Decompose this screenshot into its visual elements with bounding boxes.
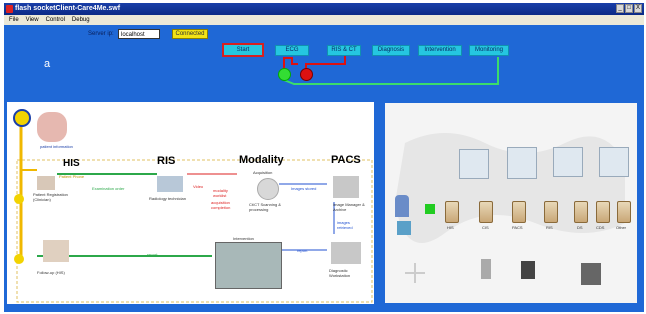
green-status-square [425, 204, 435, 214]
intervention-room-photo [215, 242, 282, 289]
server-label-his: HIS [447, 225, 454, 230]
image-manager-photo [333, 176, 359, 198]
server-icon [574, 201, 588, 223]
device-icon [581, 263, 601, 285]
server-icon [512, 201, 526, 223]
server-label-cis: CIS [482, 225, 489, 230]
network-node [459, 149, 489, 179]
acquisition-completion-label: acquisition completion [211, 200, 231, 210]
examination-order-label: Examination order [92, 186, 125, 191]
video-label: Video [193, 184, 204, 189]
ct-scanning-label: Ct/CT Scanning & processing [249, 202, 281, 212]
patient-registration-label: Patient Registration (Clinician) [33, 192, 68, 202]
ris-section-label: RIS [157, 155, 176, 167]
images-retrieved-label: images retrieved [337, 220, 353, 230]
server-label-pacs: PACS [512, 225, 523, 230]
device-icon [481, 259, 491, 279]
patient-photo [37, 112, 67, 142]
his-section-label: HIS [63, 158, 80, 169]
server-label-ds: DS [577, 225, 583, 230]
ct-scanner-icon [257, 178, 279, 200]
red-status-indicator [300, 68, 313, 81]
server-icon [596, 201, 610, 223]
server-label-ris: RIS [546, 225, 553, 230]
user-icon [395, 195, 409, 217]
modality-section-label: Modality [239, 154, 284, 166]
follow-up-label: Follow-up (HIS) [37, 270, 65, 275]
radiology-photo [157, 176, 183, 192]
server-icon [617, 201, 631, 223]
smiley-icon [14, 254, 24, 264]
diagnostic-workstation-photo [331, 242, 361, 264]
workstation-icon [397, 221, 411, 235]
image-manager-label: Image Manager & Archive [333, 202, 365, 212]
report-right-label: report [297, 248, 308, 253]
diagnostic-workstation-label: Diagnostic Workstation [329, 268, 351, 278]
images-stored-label: Images stored [291, 186, 317, 191]
registration-photo [37, 176, 55, 190]
network-node [599, 147, 629, 177]
intervention-label: Intervention [233, 236, 254, 241]
server-label-cds: CDS [596, 225, 605, 230]
network-map-panel: HIS CIS PACS RIS DS CDS Other [385, 103, 637, 303]
server-icon [544, 201, 558, 223]
server-icon [479, 201, 493, 223]
workflow-diagram-panel: patient information HIS RIS Modality PAC… [7, 102, 374, 304]
network-node [553, 147, 583, 177]
pacs-section-label: PACS [331, 154, 361, 166]
follow-up-photo [43, 240, 69, 262]
radiology-technician-label: Radiology technician [149, 196, 186, 201]
patient-phone-label: Patient Phone [59, 174, 85, 179]
workflow-start-icon [13, 109, 31, 127]
acquisition-label: Acquisition [253, 170, 273, 175]
network-node [507, 147, 537, 179]
report-left-label: report [147, 252, 158, 257]
device-icon [521, 261, 535, 279]
green-status-indicator [278, 68, 291, 81]
server-label-other: Other [616, 225, 627, 230]
smiley-icon [14, 194, 24, 204]
patient-info-label: patient information [40, 144, 73, 149]
server-icon [445, 201, 459, 223]
modality-worklist-label: modality worklist [213, 188, 228, 198]
